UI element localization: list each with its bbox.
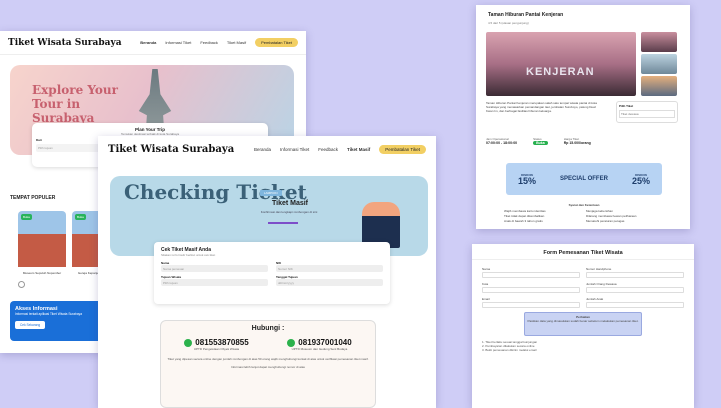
contact-title: Hubungi : [251, 325, 285, 332]
info-item: Status Buka [533, 137, 548, 145]
offer-banner: DISKON 15% SPECIAL OFFER DISKON 25% [506, 163, 662, 195]
nav-feedback[interactable]: Feedback [200, 40, 218, 45]
ticket-select[interactable]: Tiket dewasa [619, 110, 675, 118]
destination-select[interactable]: Pilih tujuan [161, 279, 268, 286]
info-value: 07:00:00 - 18:00:00 [486, 141, 518, 145]
rating-text: 4.5 dari 5 (ulasan pengunjung) [488, 21, 529, 25]
nav-informasi-tiket[interactable]: Informasi Tiket [165, 40, 191, 45]
terms-item: Menjaga kebersihan [586, 209, 614, 213]
phone-owner: UPTD Pengelolaan Obyek Wisata [193, 347, 240, 351]
phone-number[interactable]: 081937001040 [298, 338, 351, 347]
akses-subtitle: Informasi terkait aplikasi Tiket Wisata … [15, 312, 82, 316]
field-label: Nomor Handphone [586, 267, 612, 271]
field-label: Email [482, 297, 490, 301]
child-count-input[interactable] [586, 302, 684, 308]
form-subtitle: Silakan isi formulir berikut untuk cek t… [161, 253, 216, 257]
contact-text: Tiket yang dipesan secara online dengan … [167, 357, 369, 361]
phone-owner: UPTD Museum dan Gedung Seni Budaya [291, 347, 348, 351]
popular-card[interactable]: Buka Museum Sepuluh Nopember [18, 211, 66, 277]
hero-title: Explore Your Tour in Surabaya [32, 83, 118, 125]
phone-number[interactable]: 081553870855 [195, 338, 248, 347]
terms-item: Anak di bawah 3 tahun gratis [504, 219, 543, 223]
navbar: Tiket Wisata Surabaya Beranda Informasi … [0, 31, 306, 55]
main-photo: KENJERAN [486, 32, 636, 96]
akses-button[interactable]: Cek Sekarang [15, 321, 46, 329]
photo-text: KENJERAN [526, 66, 595, 78]
nav-tiket-masif[interactable]: Tiket Masif [227, 40, 246, 45]
special-offer-text: SPECIAL OFFER [560, 176, 608, 182]
name-input[interactable]: Nama pemesan [161, 265, 268, 272]
nav-informasi-tiket[interactable]: Informasi Tiket [280, 147, 309, 152]
description: Taman Hiburan Pantai Kenjeran merupakan … [486, 101, 597, 113]
akses-card: Akses Informasi Informasi terkait aplika… [10, 301, 104, 341]
offer-value: 15% [518, 176, 537, 186]
nav-beranda[interactable]: Beranda [140, 40, 156, 45]
name-input[interactable] [482, 272, 580, 278]
card-label: Museum Sepuluh Nopember [22, 271, 62, 275]
ticket-select-box: Pilih Tiket Tiket dewasa [616, 101, 678, 123]
nav-tiket-masif[interactable]: Tiket Masif [347, 147, 370, 152]
booking-form-window: Form Pemesanan Tiket Wisata Nama Nomor H… [472, 244, 694, 408]
date-input[interactable]: dd/mm/yyyy [276, 279, 383, 286]
note-text: Pastikan data yang dimasukkan sudah bena… [527, 319, 639, 323]
photo-thumbnails [641, 32, 677, 96]
offer-value: 25% [631, 176, 650, 186]
terms-item: Tiket tidak dapat dikembalikan [504, 214, 545, 218]
city-input[interactable] [482, 287, 580, 293]
contact-card: Hubungi : 081553870855 UPTD Pengelolaan … [160, 320, 376, 408]
detail-title: Taman Hiburan Pantai Kenjeran [488, 12, 564, 18]
ticket-check-window: Tiket Wisata Surabaya Beranda Informasi … [98, 136, 436, 408]
terms-item: Dilarang membawa hewan peliharaan [586, 214, 637, 218]
hero-subtitle: Konfirmasi dan lengkapi rombongan di sin… [260, 210, 318, 214]
check-form-card: Cek Tiket Masif Anda Silakan isi formuli… [154, 242, 390, 304]
whatsapp-icon [287, 338, 296, 347]
hero-tag: LAMPION [260, 190, 282, 196]
field-label: Nama [482, 267, 491, 271]
nav-menu: Beranda Informasi Tiket Feedback Tiket M… [140, 38, 298, 47]
contact-item: 081553870855 UPTD Pengelolaan Obyek Wisa… [184, 338, 249, 351]
status-badge: Buka [75, 214, 86, 220]
thumbnail[interactable] [641, 76, 677, 96]
hero-heading: Tiket Masif [271, 200, 309, 207]
field-label: Jumlah Anak [586, 297, 604, 301]
field-label: Kota [482, 282, 489, 286]
email-input[interactable] [482, 302, 580, 308]
info-item: Jam Operasional 07:00:00 - 18:00:00 [486, 137, 517, 145]
terms-title: Syarat dan Ketentuan [568, 203, 600, 207]
nav-pembatalan-button[interactable]: Pembatalan Tiket [379, 144, 426, 154]
phone-input[interactable] [586, 272, 684, 278]
terms-item: Mematuhi peraturan petugas [586, 219, 625, 223]
whatsapp-icon [184, 338, 193, 347]
contact-item: 081937001040 UPTD Museum dan Gedung Seni… [287, 338, 352, 351]
terms-section: Syarat dan Ketentuan Wajib membawa kartu… [504, 203, 664, 223]
info-value: Rp 15.000/orang [563, 141, 591, 145]
contact-footer: Informasi lebih lanjut dapat menghubungi… [231, 365, 305, 369]
info-item: Harga Tiket Rp 15.000/orang [564, 137, 591, 145]
terms-item: Wajib membawa kartu identitas [504, 209, 546, 213]
detail-window: Taman Hiburan Pantai Kenjeran 4.5 dari 5… [476, 5, 690, 229]
site-logo[interactable]: Tiket Wisata Surabaya [108, 144, 234, 155]
form-title: Form Pemesanan Tiket Wisata [472, 250, 694, 260]
rules-list: 1. Tiket berlaku sesuai tanggal kunjunga… [482, 340, 684, 352]
popular-title: TEMPAT POPULER [10, 195, 56, 201]
thumbnail[interactable] [641, 32, 677, 52]
info-row: Jam Operasional 07:00:00 - 18:00:00 Statu… [486, 137, 591, 145]
adult-count-input[interactable] [586, 287, 684, 293]
nav-beranda[interactable]: Beranda [254, 147, 271, 152]
status-badge: Buka [533, 141, 548, 145]
carousel-arrow-icon[interactable] [18, 281, 25, 288]
status-badge: Buka [21, 214, 32, 220]
nav-feedback[interactable]: Feedback [318, 147, 338, 152]
nav-pembatalan-button[interactable]: Pembatalan Tiket [255, 38, 298, 47]
navbar: Tiket Wisata Surabaya Beranda Informasi … [98, 136, 436, 162]
site-logo[interactable]: Tiket Wisata Surabaya [8, 38, 122, 48]
field-label: Jumlah Orang Dewasa [586, 282, 617, 286]
hero-underline [268, 222, 298, 224]
nav-menu: Beranda Informasi Tiket Feedback Tiket M… [254, 144, 426, 154]
attention-note: Perhatian Pastikan data yang dimasukkan … [524, 312, 642, 336]
select-label: Pilih Tiket [619, 104, 634, 108]
rule-item: 3. Bukti pemesanan dikirim melalui email [482, 348, 537, 352]
nik-input[interactable]: Nomor NIK [276, 265, 383, 272]
thumbnail[interactable] [641, 54, 677, 74]
